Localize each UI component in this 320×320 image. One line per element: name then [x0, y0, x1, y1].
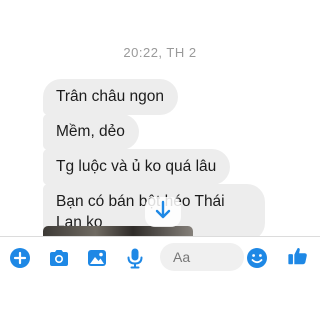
- message-input-placeholder: Aa: [173, 249, 191, 265]
- message-timestamp: 20:22, TH 2: [123, 45, 197, 60]
- image-icon[interactable]: [86, 247, 108, 269]
- message-bubble[interactable]: Tg luộc và ủ ko quá lâu: [43, 149, 231, 185]
- arrow-down-icon: [154, 200, 172, 225]
- message-input[interactable]: Aa: [160, 243, 244, 271]
- message-bubble[interactable]: Trân châu ngon: [43, 79, 179, 115]
- thumbs-up-icon[interactable]: [287, 245, 311, 269]
- message-bubble[interactable]: Mềm, dẻo: [43, 114, 139, 150]
- camera-icon[interactable]: [48, 247, 70, 269]
- chat-thread: 20:22, TH 2 Trân châu ngon Mềm, dẻo Tg l…: [0, 0, 320, 236]
- emoji-icon[interactable]: [246, 247, 268, 269]
- microphone-icon[interactable]: [124, 247, 146, 269]
- scroll-to-bottom-button[interactable]: [145, 197, 181, 227]
- photo-attachment-preview[interactable]: [43, 226, 193, 236]
- plus-icon[interactable]: [9, 247, 31, 269]
